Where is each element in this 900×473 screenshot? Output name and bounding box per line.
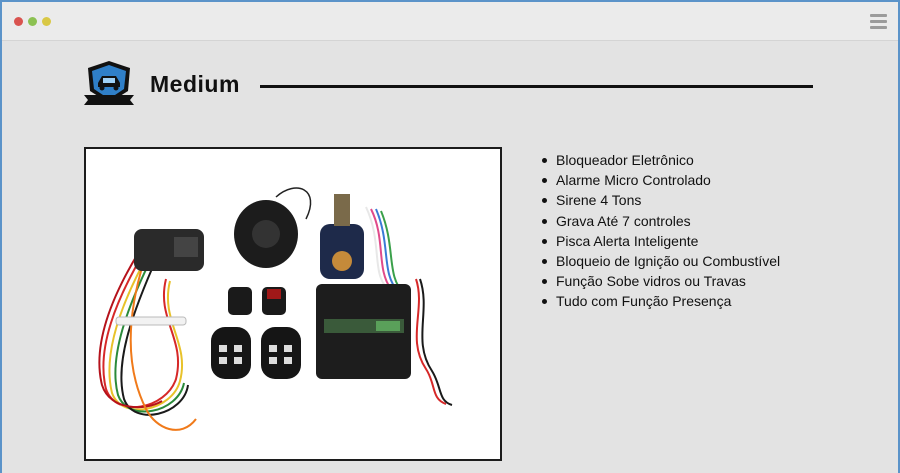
feature-item: Bloqueio de Ignição ou Combustível <box>542 251 780 271</box>
title-bar <box>2 2 898 41</box>
product-image-frame <box>84 147 502 461</box>
minimize-dot[interactable] <box>28 17 37 26</box>
feature-item: Pisca Alerta Inteligente <box>542 231 780 251</box>
feature-item: Função Sobe vidros ou Travas <box>542 271 780 291</box>
car-alarm-kit-photo <box>86 149 500 459</box>
close-dot[interactable] <box>14 17 23 26</box>
maximize-dot[interactable] <box>42 17 51 26</box>
hamburger-menu-icon[interactable] <box>870 14 887 29</box>
feature-item: Tudo com Função Presença <box>542 291 780 311</box>
shield-car-icon <box>84 61 134 105</box>
feature-item: Bloqueador Eletrônico <box>542 150 780 170</box>
feature-list: Bloqueador Eletrônico Alarme Micro Contr… <box>542 150 780 312</box>
feature-item: Grava Até 7 controles <box>542 211 780 231</box>
plan-title: Medium <box>150 71 240 97</box>
feature-item: Sirene 4 Tons <box>542 190 780 210</box>
plan-header: Medium <box>82 57 817 112</box>
feature-item: Alarme Micro Controlado <box>542 170 780 190</box>
browser-window: Medium Bloqueador Eletrônico Alarme Micr… <box>2 2 898 473</box>
header-divider <box>260 85 813 88</box>
